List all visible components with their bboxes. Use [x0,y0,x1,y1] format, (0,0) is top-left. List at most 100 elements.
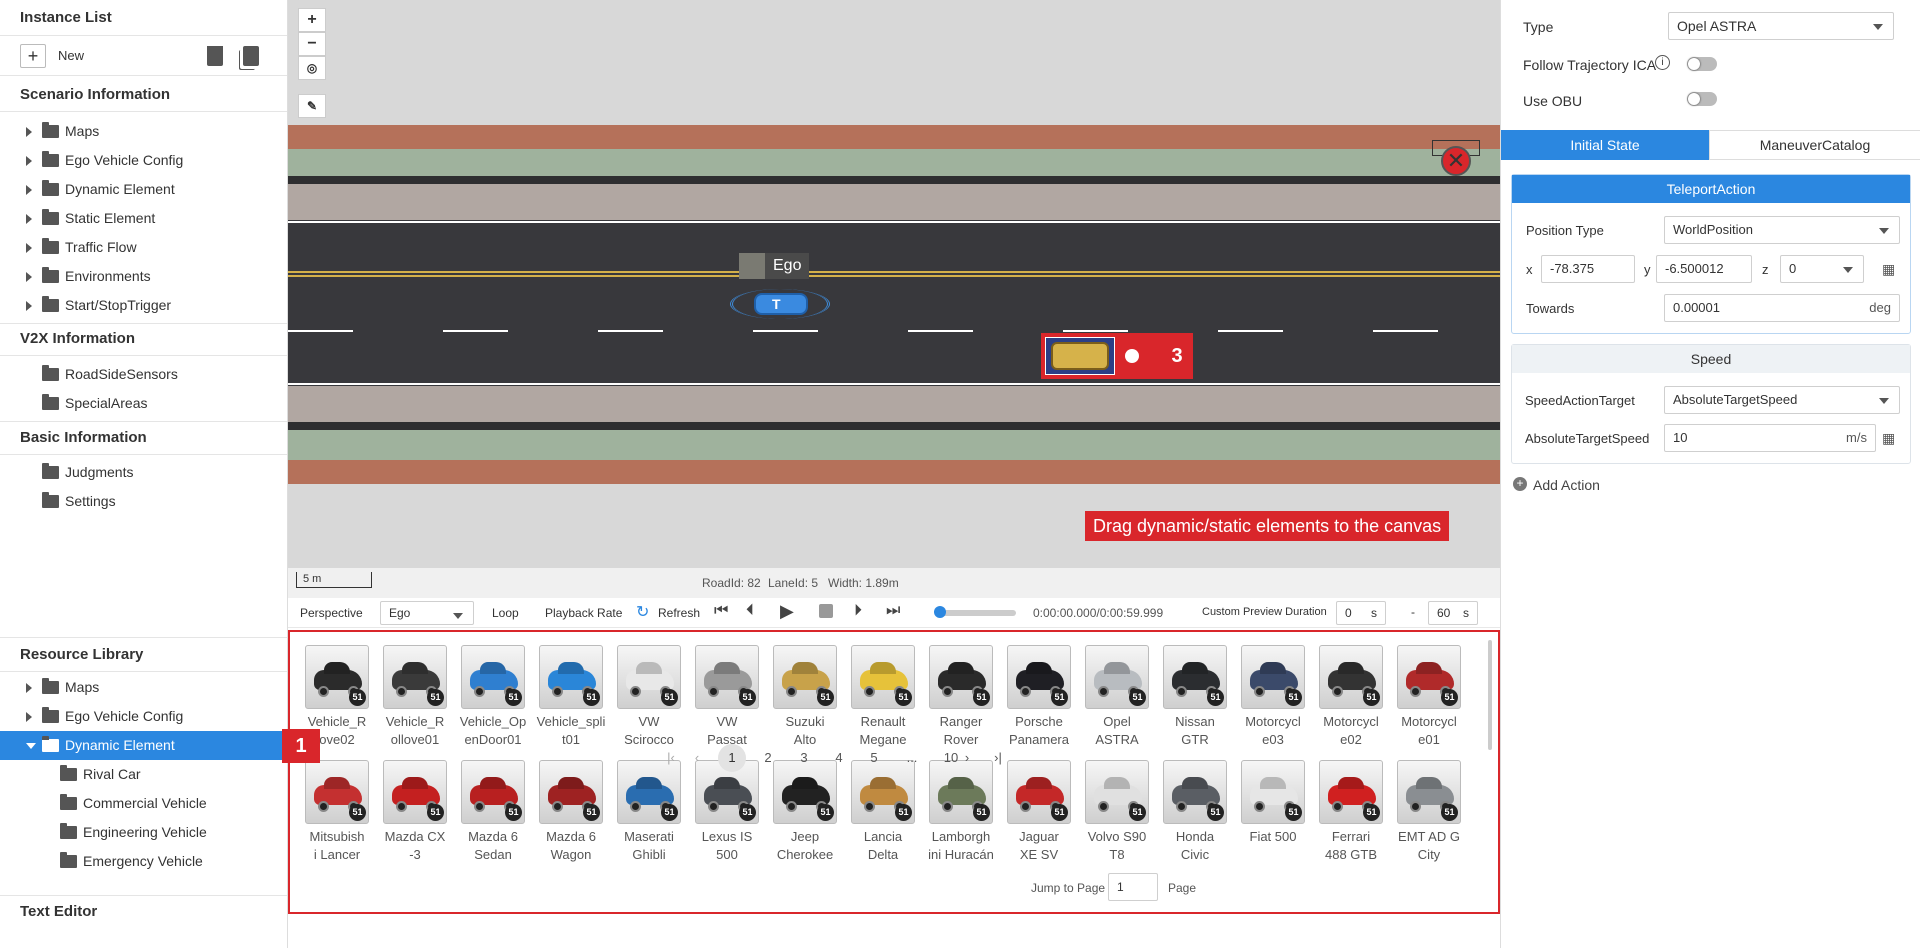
speed-target-select[interactable]: AbsoluteTargetSpeed [1664,386,1900,414]
vehicle-card[interactable]: 51 Motorcycl e02 [1316,645,1386,755]
resource-subitem-1[interactable]: Commercial Vehicle [0,789,287,818]
new-button[interactable]: + [20,44,46,68]
play-icon[interactable]: ▶ [780,601,794,622]
vehicle-card[interactable]: 51 Vehicle_R ollove01 [380,645,450,755]
resource-item-1[interactable]: Ego Vehicle Config [0,702,287,731]
reset-view-icon[interactable]: ◎ [298,56,326,80]
new-label[interactable]: New [58,48,84,63]
resource-subitem-3[interactable]: Emergency Vehicle [0,847,287,876]
follow-trajectory-toggle[interactable] [1687,57,1717,71]
vehicle-card[interactable]: 51 Vehicle_Op enDoor01 [458,645,528,755]
scenario-item-0[interactable]: Maps [0,117,287,146]
chevron-right-icon[interactable] [26,214,32,224]
chevron-right-icon[interactable] [26,156,32,166]
v2x-item-0[interactable]: RoadSideSensors [0,360,287,389]
ruler-icon[interactable]: ✎ [298,94,326,118]
position-type-select[interactable]: WorldPosition [1664,216,1900,244]
page-2[interactable]: 2 [754,744,782,772]
z-select[interactable]: 0 [1780,255,1864,283]
step-forward-icon[interactable]: ⏵ [854,602,862,620]
type-select[interactable]: Opel ASTRA [1668,12,1894,40]
vehicle-card[interactable]: 51 Motorcycl e01 [1394,645,1464,755]
page-4[interactable]: 4 [825,744,853,772]
towards-input[interactable]: 0.00001 deg [1664,294,1900,322]
chevron-right-icon[interactable] [26,712,32,722]
vehicle-card[interactable]: 51 EMT AD G City [1394,760,1464,870]
rival-vehicle[interactable] [1041,333,1161,379]
trash-icon[interactable] [207,46,223,66]
prev-page-icon[interactable]: ‹ [683,744,711,772]
chevron-down-icon[interactable] [26,743,36,749]
scenario-item-4[interactable]: Traffic Flow [0,233,287,262]
chevron-right-icon[interactable] [26,243,32,253]
resource-item-2[interactable]: Dynamic Element [0,731,287,760]
vehicle-card[interactable]: 51 Lexus IS 500 [692,760,762,870]
chevron-right-icon[interactable] [26,185,32,195]
vehicle-card[interactable]: 51 Porsche Panamera [1004,645,1074,755]
zoom-in-button[interactable]: + [298,8,326,32]
add-action-icon[interactable]: + [1513,477,1527,491]
ego-vehicle[interactable]: T [730,287,834,321]
preview-start-input[interactable]: 0s [1336,601,1386,625]
vehicle-card[interactable]: 51 Jaguar XE SV [1004,760,1074,870]
no-entry-sign-icon[interactable]: ✕ [1441,146,1471,176]
page-5[interactable]: 5 [860,744,888,772]
vehicle-card[interactable]: 51 Honda Civic [1160,760,1230,870]
vehicle-card[interactable]: 51 Volvo S90 T8 [1082,760,1152,870]
scenario-item-6[interactable]: Start/StopTrigger [0,291,287,320]
vehicle-card[interactable]: 51 Mitsubish i Lancer [302,760,372,870]
resource-subitem-2[interactable]: Engineering Vehicle [0,818,287,847]
loop-toggle[interactable]: Loop [492,606,519,620]
zoom-out-button[interactable]: − [298,32,326,56]
x-input[interactable]: -78.375 [1541,255,1635,283]
grid-icon[interactable]: ▦ [1882,261,1895,278]
vehicle-card[interactable]: 51 VW Passat [692,645,762,755]
y-input[interactable]: -6.500012 [1656,255,1752,283]
vehicle-card[interactable]: 51 Mazda CX -3 [380,760,450,870]
skip-start-icon[interactable]: ⏮ [714,602,728,620]
vehicle-card[interactable]: 51 Mazda 6 Wagon [536,760,606,870]
page-3[interactable]: 3 [790,744,818,772]
vehicle-card[interactable]: 51 Suzuki Alto [770,645,840,755]
playback-rate-select[interactable]: Playback Rate [545,606,622,620]
resource-item-0[interactable]: Maps [0,673,287,702]
tab-initial-state[interactable]: Initial State [1501,130,1709,160]
chevron-right-icon[interactable] [26,683,32,693]
perspective-select[interactable]: Ego [380,601,474,625]
vehicle-card[interactable]: 51 Motorcycl e03 [1238,645,1308,755]
basic-item-1[interactable]: Settings [0,487,287,516]
vehicle-card[interactable]: 51 Maserati Ghibli [614,760,684,870]
vehicle-card[interactable]: 51 Jeep Cherokee [770,760,840,870]
chevron-right-icon[interactable] [26,272,32,282]
chevron-right-icon[interactable] [26,301,32,311]
v2x-item-1[interactable]: SpecialAreas [0,389,287,418]
scenario-item-2[interactable]: Dynamic Element [0,175,287,204]
first-page-icon[interactable]: |‹ [657,744,685,772]
preview-end-input[interactable]: 60 s [1428,601,1478,625]
vehicle-card[interactable]: 51 VW Scirocco [614,645,684,755]
vehicle-card[interactable]: 51 Ferrari 488 GTB [1316,760,1386,870]
step-back-icon[interactable]: ⏴ [746,602,754,620]
tab-maneuver-catalog[interactable]: ManeuverCatalog [1709,130,1920,160]
vehicle-card[interactable]: 51 Lamborgh ini Huracán [926,760,996,870]
copy-icon[interactable] [243,46,259,66]
grid-icon[interactable]: ▦ [1882,430,1895,447]
vehicle-card[interactable]: 51 Opel ASTRA [1082,645,1152,755]
use-obu-toggle[interactable] [1687,92,1717,106]
chevron-right-icon[interactable] [26,127,32,137]
vehicle-card[interactable]: 51 Vehicle_spli t01 [536,645,606,755]
vehicle-card[interactable]: 51 Renault Megane [848,645,918,755]
scenario-item-3[interactable]: Static Element [0,204,287,233]
add-action-button[interactable]: Add Action [1533,477,1600,493]
last-page-icon[interactable]: ›| [984,744,1012,772]
next-page-icon[interactable]: › [953,744,981,772]
page-ellipsis[interactable]: ... [898,744,926,772]
skip-end-icon[interactable]: ⏭ [886,602,900,620]
refresh-button[interactable]: Refresh [658,606,700,620]
scenario-item-1[interactable]: Ego Vehicle Config [0,146,287,175]
library-scrollbar[interactable] [1488,640,1492,750]
text-editor-title[interactable]: Text Editor [0,895,287,929]
vehicle-card[interactable]: 51 Mazda 6 Sedan [458,760,528,870]
timeline-slider[interactable] [934,606,1016,618]
basic-item-0[interactable]: Judgments [0,458,287,487]
